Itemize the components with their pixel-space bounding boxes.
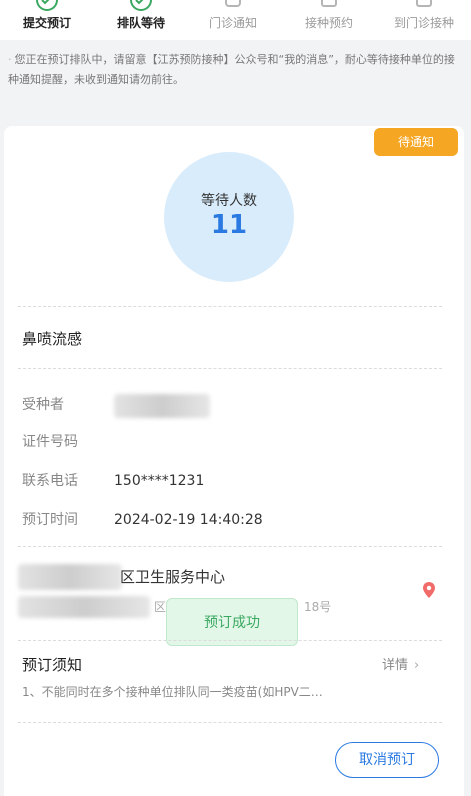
divider xyxy=(18,546,442,547)
location-pin-icon[interactable] xyxy=(421,581,437,599)
booking-card: 待通知 等待人数 11 鼻喷流感 受种者 证件号码 联系电话 150****123… xyxy=(4,126,464,796)
chevron-right-icon: › xyxy=(414,658,420,673)
recipient-row: 受种者 xyxy=(22,394,114,416)
clinic-icon xyxy=(416,0,432,7)
detail-label: 详情 xyxy=(382,658,409,673)
check-circle-icon xyxy=(130,0,152,11)
bell-icon xyxy=(225,0,241,7)
notice-text: 您正在预订排队中，请留意【江苏预防接种】公众号和“我的消息”，耐心等待接种单位的… xyxy=(8,53,455,86)
clinic-address-part: 区 xyxy=(154,600,167,614)
divider xyxy=(18,368,442,369)
booking-notes-text: 1、不能同时在多个接种单位排队同一类疫苗(如HPV二… xyxy=(22,685,323,699)
divider xyxy=(18,722,442,723)
success-toast: 预订成功 xyxy=(166,598,298,646)
phone-row: 联系电话 150****1231 xyxy=(22,470,204,492)
step-label: 排队等待 xyxy=(116,16,165,30)
step-label: 接种预约 xyxy=(304,16,353,30)
clinic-address-part: 18号 xyxy=(304,600,332,614)
booking-notes-title: 预订须知 xyxy=(22,656,83,674)
phone-value: 150****1231 xyxy=(114,473,205,489)
progress-steps: 提交预订 排队等待 门诊通知 接种预约 到门诊接种 xyxy=(0,0,471,40)
calendar-icon xyxy=(321,0,337,7)
queue-notice: · 您正在预订排队中，请留意【江苏预防接种】公众号和“我的消息”，耐心等待接种单位… xyxy=(8,50,464,90)
step-queue[interactable]: 排队等待 xyxy=(94,0,188,40)
booking-time-label: 预订时间 xyxy=(22,512,78,528)
booking-time-value: 2024-02-19 14:40:28 xyxy=(114,512,263,528)
redacted-clinic-prefix xyxy=(18,564,122,590)
wait-count-circle: 等待人数 11 xyxy=(164,152,294,282)
divider xyxy=(18,306,442,307)
step-label: 提交预订 xyxy=(22,16,71,30)
step-clinic-notify[interactable]: 门诊通知 xyxy=(186,0,280,40)
cancel-booking-button[interactable]: 取消预订 xyxy=(335,742,439,778)
booking-time-row: 预订时间 2024-02-19 14:40:28 xyxy=(22,509,263,531)
recipient-label: 受种者 xyxy=(22,397,64,413)
step-label: 门诊通知 xyxy=(208,16,257,30)
id-number-row: 证件号码 xyxy=(22,431,114,453)
step-appointment[interactable]: 接种预约 xyxy=(282,0,376,40)
app-root: 提交预订 排队等待 门诊通知 接种预约 到门诊接种 · 您正在预订排队中，请留意… xyxy=(0,0,471,796)
notes-detail-link[interactable]: 详情 › xyxy=(382,654,419,673)
wait-count: 11 xyxy=(210,210,248,240)
notice-bullet: · xyxy=(8,53,12,66)
redacted-name xyxy=(114,394,210,418)
phone-label: 联系电话 xyxy=(22,473,78,489)
id-number-label: 证件号码 xyxy=(22,434,78,450)
step-label: 到门诊接种 xyxy=(393,16,454,30)
step-vaccinate[interactable]: 到门诊接种 xyxy=(377,0,471,40)
redacted-address xyxy=(18,596,150,618)
check-circle-icon xyxy=(36,0,58,11)
divider xyxy=(18,640,442,641)
step-submit[interactable]: 提交预订 xyxy=(0,0,94,40)
clinic-name[interactable]: 区卫生服务中心 xyxy=(120,566,225,587)
status-badge: 待通知 xyxy=(374,128,458,156)
wait-label: 等待人数 xyxy=(201,193,257,209)
vaccine-name: 鼻喷流感 xyxy=(22,330,83,348)
